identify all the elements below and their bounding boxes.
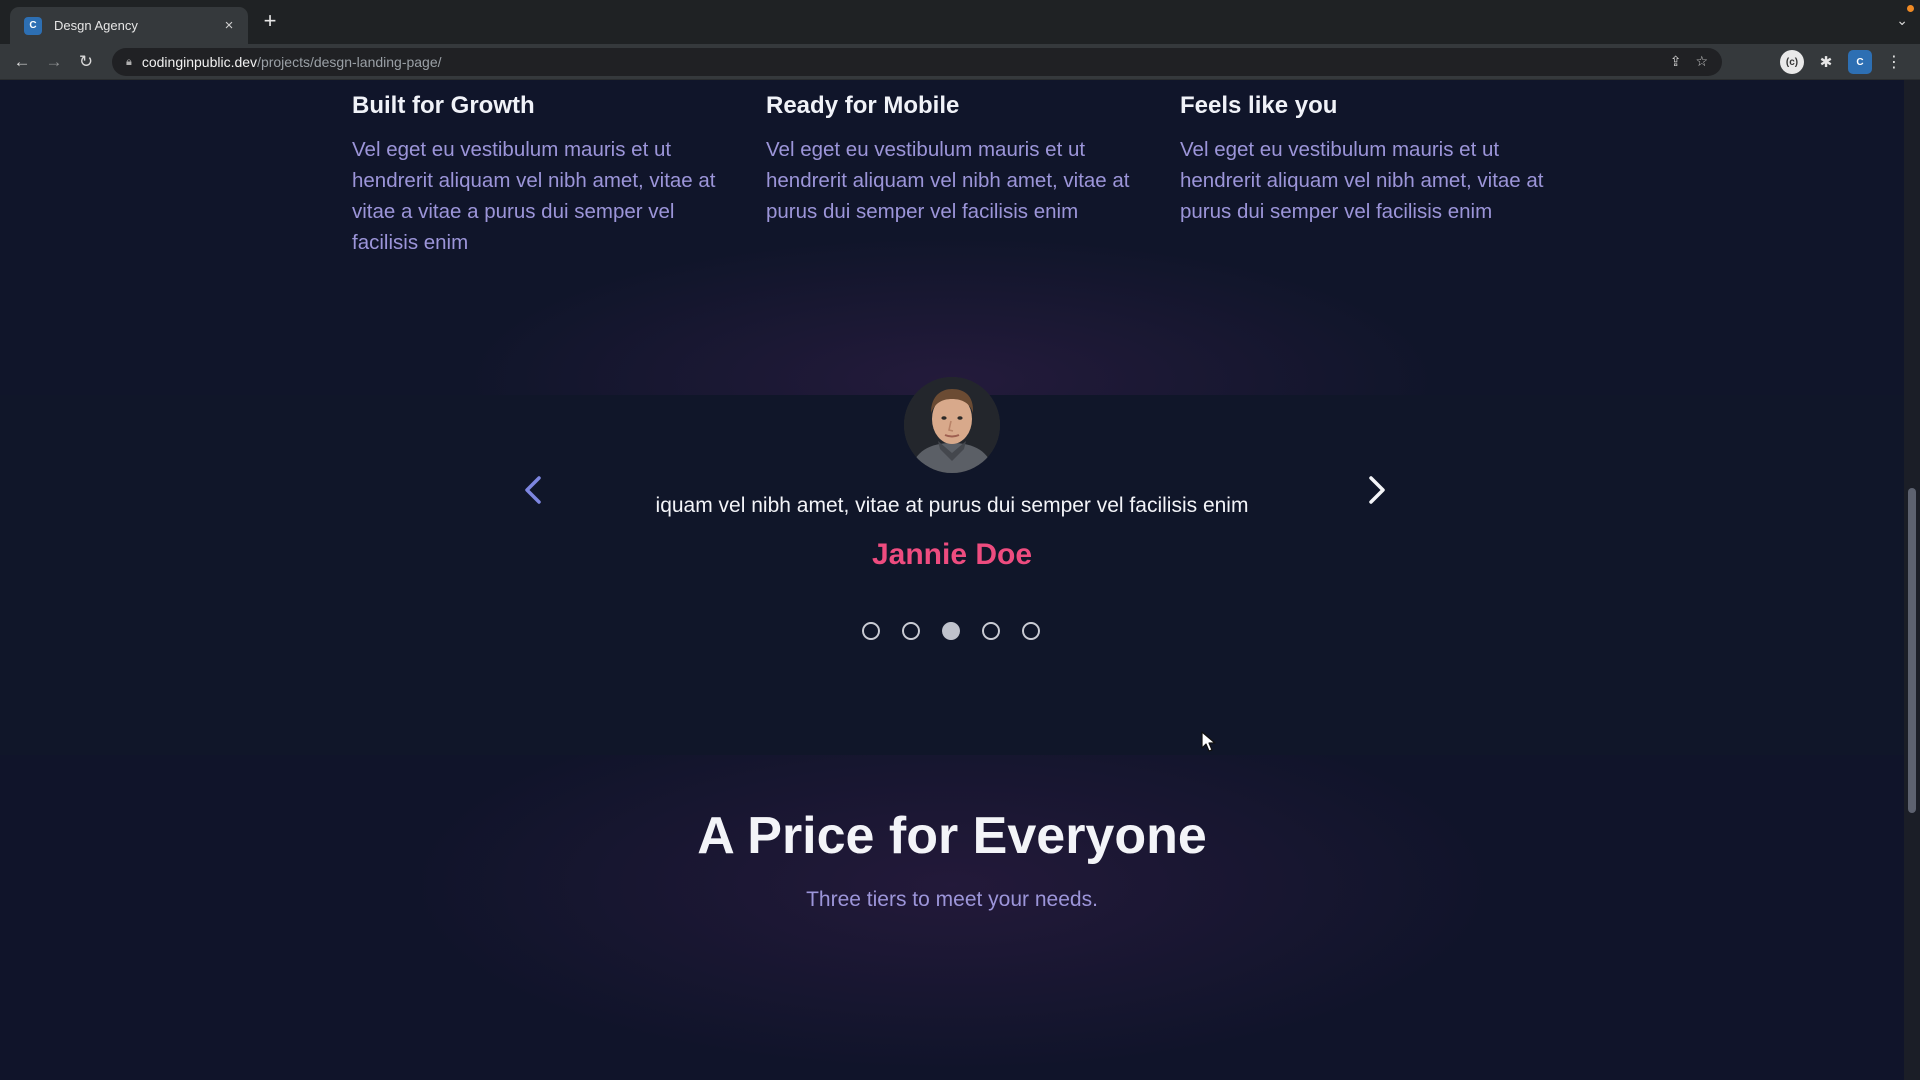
feature-text: Vel eget eu vestibulum mauris et ut hend… (1180, 138, 1544, 223)
feature-card: Feels like you Vel eget eu vestibulum ma… (1180, 92, 1560, 258)
tab-search-chevron-icon[interactable]: ⌄ (1896, 12, 1908, 29)
feature-card: Ready for Mobile Vel eget eu vestibulum … (766, 92, 1146, 258)
address-bar[interactable]: 🔒︎ codinginpublic.dev /projects/desgn-la… (112, 48, 1722, 76)
page-scrollbar[interactable] (1904, 80, 1920, 1080)
omnibox-actions: ⇪ ☆ (1670, 53, 1708, 70)
url-host: codinginpublic.dev (141, 54, 258, 70)
back-arrow-icon[interactable]: ← (10, 50, 34, 74)
scrollbar-thumb[interactable] (1908, 488, 1916, 813)
close-tab-icon[interactable]: × (220, 17, 238, 34)
lock-icon[interactable]: 🔒︎ (126, 56, 132, 69)
feature-title: Feels like you (1180, 92, 1338, 119)
features-row: Built for Growth Vel eget eu vestibulum … (352, 92, 1602, 258)
extensions-area: (c) ✱ C ⋮ (1780, 50, 1906, 74)
chevron-left-icon[interactable] (514, 470, 554, 510)
feature-text: Vel eget eu vestibulum mauris et ut hend… (766, 138, 1130, 223)
page-viewport: Built for Growth Vel eget eu vestibulum … (0, 80, 1904, 1080)
recording-indicator (1907, 5, 1914, 12)
feature-title: Built for Growth (352, 92, 535, 119)
url-path: /projects/desgn-landing-page/ (257, 54, 442, 70)
share-icon[interactable]: ⇪ (1670, 53, 1682, 70)
reload-icon[interactable]: ↻ (74, 50, 98, 74)
carousel-dot-active[interactable] (942, 622, 960, 640)
pricing-title: A Price for Everyone (697, 807, 1207, 865)
testimonial-author: Jannie Doe (871, 538, 1033, 571)
browser-tab[interactable]: C Desgn Agency × (10, 7, 248, 44)
browser-toolbar: ← → ↻ 🔒︎ codinginpublic.dev /projects/de… (0, 44, 1920, 80)
site-favicon-icon: C (24, 16, 42, 35)
tab-title: Desgn Agency (54, 18, 138, 33)
feature-card: Built for Growth Vel eget eu vestibulum … (352, 92, 732, 258)
puzzle-icon[interactable]: ✱ (1814, 50, 1838, 74)
profile-extension-icon[interactable]: (c) (1780, 50, 1804, 74)
feature-title: Ready for Mobile (766, 92, 960, 119)
carousel-dots (862, 622, 1040, 640)
avatar-photo (904, 377, 1000, 473)
pricing-subtitle: Three tiers to meet your needs. (806, 888, 1098, 911)
forward-arrow-icon[interactable]: → (42, 50, 66, 74)
browser-tab-strip: C Desgn Agency × + ⌄ (0, 0, 1920, 44)
new-tab-button[interactable]: + (258, 10, 282, 34)
carousel-dot[interactable] (862, 622, 880, 640)
app-icon[interactable]: C (1848, 50, 1872, 74)
star-icon[interactable]: ☆ (1695, 53, 1708, 70)
cursor-icon (1201, 731, 1217, 753)
testimonial-quote: iquam vel nibh amet, vitae at purus dui … (655, 494, 1249, 517)
feature-text: Vel eget eu vestibulum mauris et ut hend… (352, 138, 716, 254)
carousel-dot[interactable] (902, 622, 920, 640)
kebab-menu-icon[interactable]: ⋮ (1882, 50, 1906, 74)
carousel-dot[interactable] (1022, 622, 1040, 640)
carousel-dot[interactable] (982, 622, 1000, 640)
chevron-right-icon[interactable] (1356, 470, 1396, 510)
pricing-section (0, 755, 1904, 1080)
avatar (904, 377, 1000, 473)
